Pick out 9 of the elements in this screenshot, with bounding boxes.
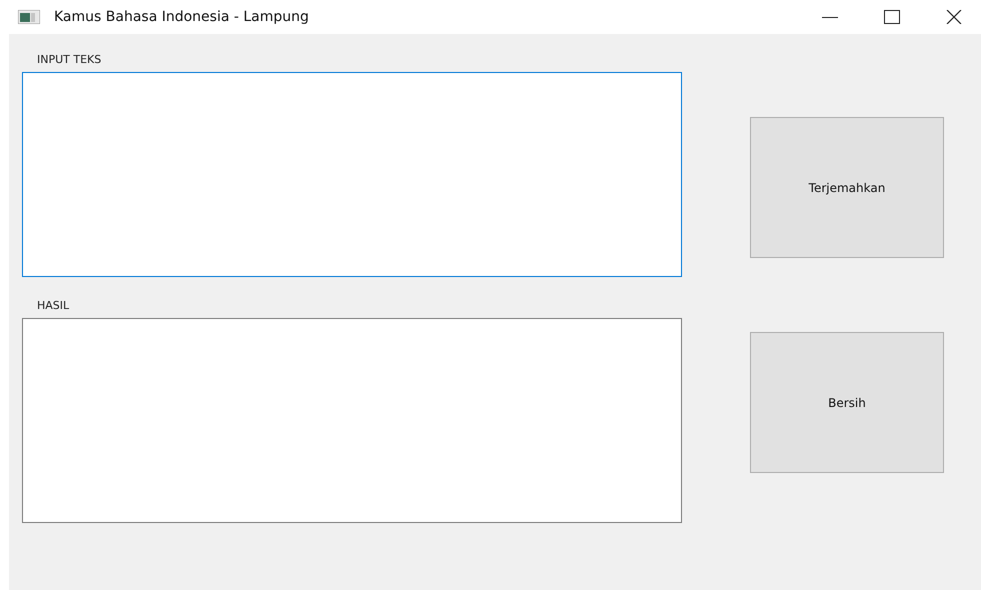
close-icon[interactable] <box>946 10 962 24</box>
window-title: Kamus Bahasa Indonesia - Lampung <box>54 9 309 25</box>
field-label: INPUT TEKS <box>37 53 102 66</box>
clear-button[interactable]: Bersih <box>750 332 944 473</box>
app-icon <box>18 10 40 24</box>
translate-button[interactable]: Terjemahkan <box>750 117 944 258</box>
field-label: HASIL <box>37 299 70 312</box>
maximize-icon[interactable] <box>884 10 900 24</box>
minimize-icon[interactable] <box>822 16 838 18</box>
